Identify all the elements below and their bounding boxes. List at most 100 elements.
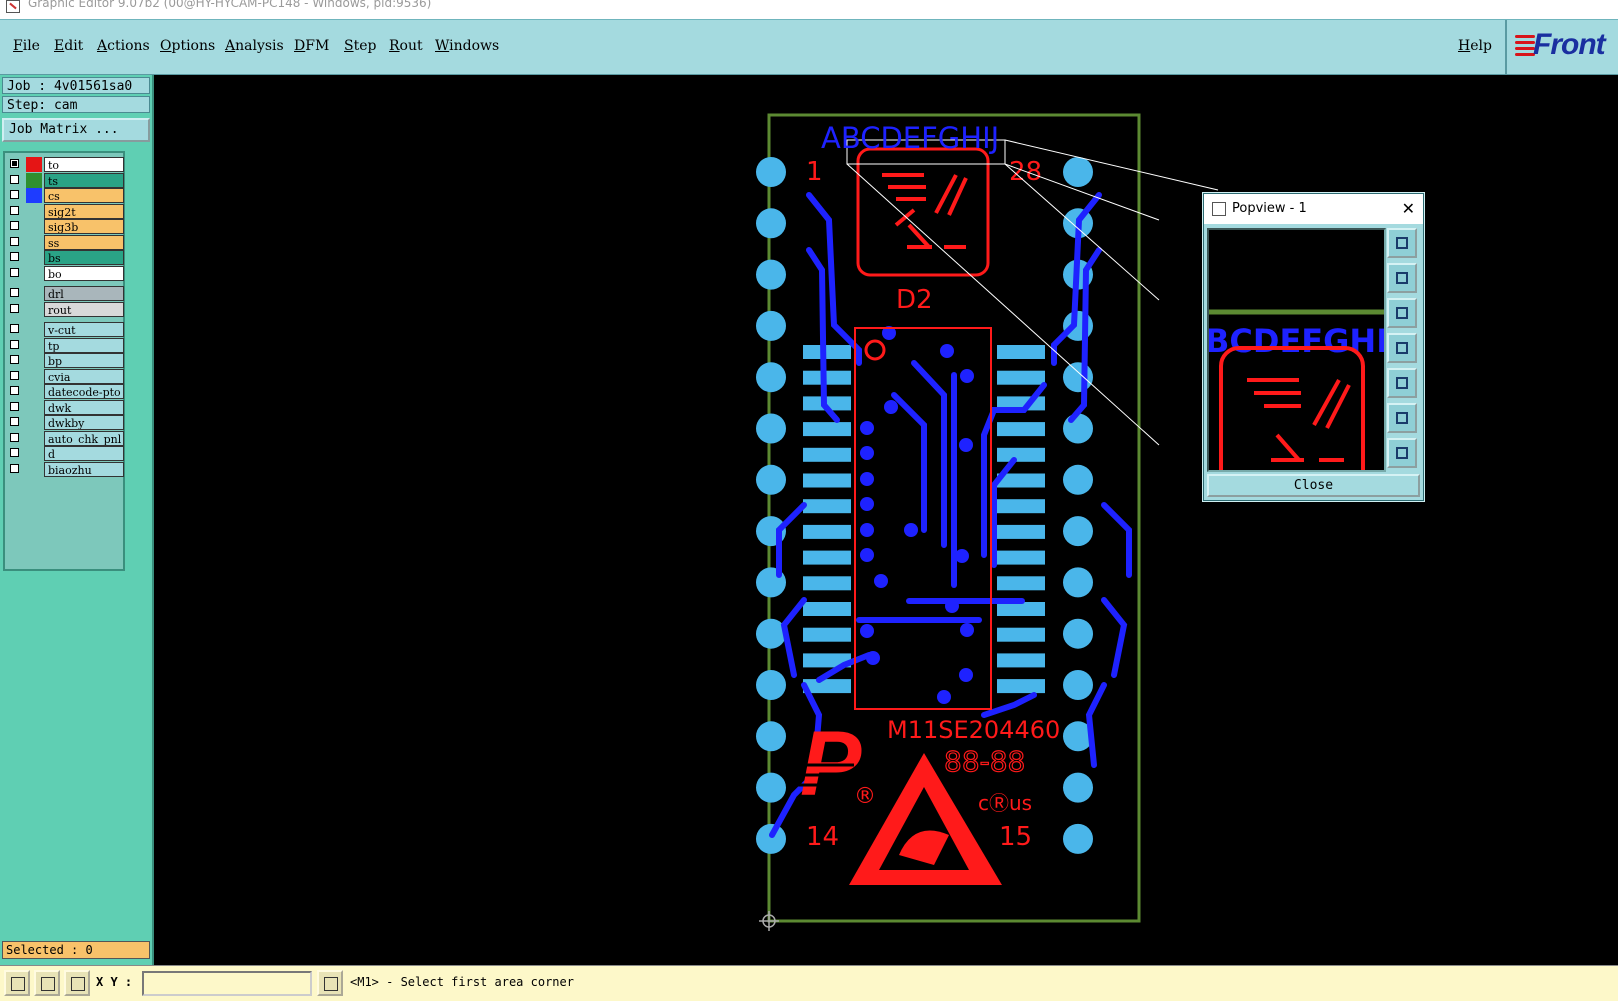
layer-row[interactable]: v-cut — [8, 322, 124, 337]
close-icon[interactable]: ✕ — [1402, 194, 1415, 224]
job-matrix-button[interactable]: Job Matrix ... — [2, 118, 150, 142]
layer-name: dwkby — [44, 415, 124, 430]
layer-row[interactable]: rout — [8, 301, 124, 317]
layer-row[interactable]: sig3b — [8, 219, 124, 234]
menu-actions[interactable]: Actions — [97, 38, 150, 54]
popview-canvas[interactable]: BCDEFGHI — [1207, 228, 1386, 472]
layer-row[interactable]: ts — [8, 172, 124, 188]
layer-checkbox[interactable] — [10, 236, 19, 246]
layer-name: ss — [44, 234, 124, 250]
pin1-marker — [864, 339, 886, 361]
grid-icon[interactable] — [64, 970, 90, 996]
center-icon[interactable] — [1387, 438, 1417, 468]
layer-row[interactable]: sig2t — [8, 203, 124, 219]
layer-checkbox[interactable] — [10, 417, 19, 426]
menu-options[interactable]: Options — [160, 38, 215, 54]
menu-help[interactable]: Help — [1458, 38, 1492, 54]
trace — [1085, 682, 1107, 768]
layer-row[interactable]: tp — [8, 337, 124, 353]
layer-checkbox[interactable] — [10, 339, 19, 349]
layer-row[interactable]: biaozhu — [8, 461, 124, 477]
layer-row[interactable]: dwkby — [8, 415, 124, 430]
layer-checkbox[interactable] — [10, 324, 19, 333]
fit-icon[interactable] — [1387, 403, 1417, 433]
layer-checkbox[interactable] — [10, 221, 19, 230]
through-hole-pin — [756, 464, 786, 495]
menu-analysis[interactable]: Analysis — [225, 38, 284, 54]
through-hole-pin — [1063, 772, 1093, 803]
layer-checkbox[interactable] — [10, 448, 19, 457]
via — [904, 523, 918, 537]
layer-name: v-cut — [44, 322, 124, 337]
layer-row[interactable]: auto_chk_pnl — [8, 430, 124, 446]
layer-checkbox[interactable] — [10, 432, 19, 442]
popview-title-bar[interactable]: Popview - 1 ✕ — [1204, 194, 1423, 224]
layer-row[interactable]: datecode-pto — [8, 384, 124, 399]
measure-icon[interactable] — [4, 970, 30, 996]
pan-up-icon[interactable] — [1387, 263, 1417, 293]
smd-pad — [803, 422, 851, 437]
menu-rout[interactable]: Rout — [389, 38, 423, 54]
snap-icon[interactable] — [34, 970, 60, 996]
layer-checkbox[interactable] — [10, 463, 19, 473]
layer-checkbox[interactable] — [10, 401, 19, 411]
pan-left-icon[interactable] — [1387, 333, 1417, 363]
layer-row[interactable]: to — [8, 157, 124, 172]
menu-windows[interactable]: Windows — [435, 38, 499, 54]
menu-bar: File Edit Actions Options Analysis DFM S… — [0, 19, 1618, 76]
layer-row[interactable]: ss — [8, 234, 124, 250]
layer-row[interactable]: bp — [8, 353, 124, 368]
layer-checkbox[interactable] — [10, 303, 19, 313]
layer-checkbox[interactable] — [10, 174, 19, 184]
through-hole-pin — [756, 670, 786, 700]
layer-checkbox[interactable] — [10, 159, 19, 168]
through-hole-pin — [1063, 413, 1093, 444]
xy-input[interactable] — [142, 971, 312, 996]
layer-row[interactable]: bo — [8, 265, 124, 281]
through-hole-pin — [756, 618, 786, 649]
pan-right-icon[interactable] — [1387, 368, 1417, 398]
smd-pad — [997, 422, 1045, 437]
pin-label-15: 15 — [999, 822, 1032, 852]
layer-color-swatch — [26, 462, 42, 477]
status-message: <M1> - Select first area corner — [350, 975, 574, 989]
smd-pad — [803, 576, 851, 591]
layer-row[interactable]: dwk — [8, 399, 124, 415]
popview-drawing: BCDEFGHI — [1209, 309, 1384, 470]
layer-checkbox[interactable] — [10, 252, 19, 261]
menu-file[interactable]: File — [13, 38, 40, 54]
layer-color-swatch — [26, 219, 42, 234]
via — [960, 369, 974, 383]
layer-color-swatch — [26, 446, 42, 461]
layer-checkbox[interactable] — [10, 386, 19, 395]
menu-step[interactable]: Step — [344, 38, 376, 54]
cert-mark: cⓇus — [978, 791, 1032, 815]
layer-checkbox[interactable] — [10, 190, 19, 199]
layer-row[interactable]: cs — [8, 188, 124, 203]
via — [959, 668, 973, 682]
layer-checkbox[interactable] — [10, 288, 19, 297]
layer-checkbox[interactable] — [10, 267, 19, 277]
zoom-window-icon[interactable] — [1387, 228, 1417, 258]
selected-count: Selected : 0 — [2, 941, 150, 959]
layer-checkbox[interactable] — [10, 370, 19, 380]
brand-stripes-icon — [1515, 35, 1535, 59]
layer-checkbox[interactable] — [10, 205, 19, 215]
layer-checkbox[interactable] — [10, 355, 19, 364]
trace — [780, 597, 807, 678]
layer-row[interactable]: cvia — [8, 368, 124, 384]
layer-name: auto_chk_pnl — [44, 430, 124, 446]
layer-color-swatch — [26, 338, 42, 353]
smd-pad — [997, 653, 1045, 668]
through-hole-pin — [756, 823, 786, 854]
layer-name: bo — [44, 265, 124, 281]
info-icon[interactable] — [317, 970, 343, 996]
layer-row[interactable]: d — [8, 446, 124, 461]
layer-row[interactable]: bs — [8, 250, 124, 265]
pan-down-icon[interactable] — [1387, 298, 1417, 328]
layer-row[interactable]: drl — [8, 286, 124, 301]
popview-close-button[interactable]: Close — [1207, 474, 1420, 497]
through-hole-pin — [756, 772, 786, 803]
menu-dfm[interactable]: DFM — [294, 38, 329, 54]
menu-edit[interactable]: Edit — [54, 38, 83, 54]
